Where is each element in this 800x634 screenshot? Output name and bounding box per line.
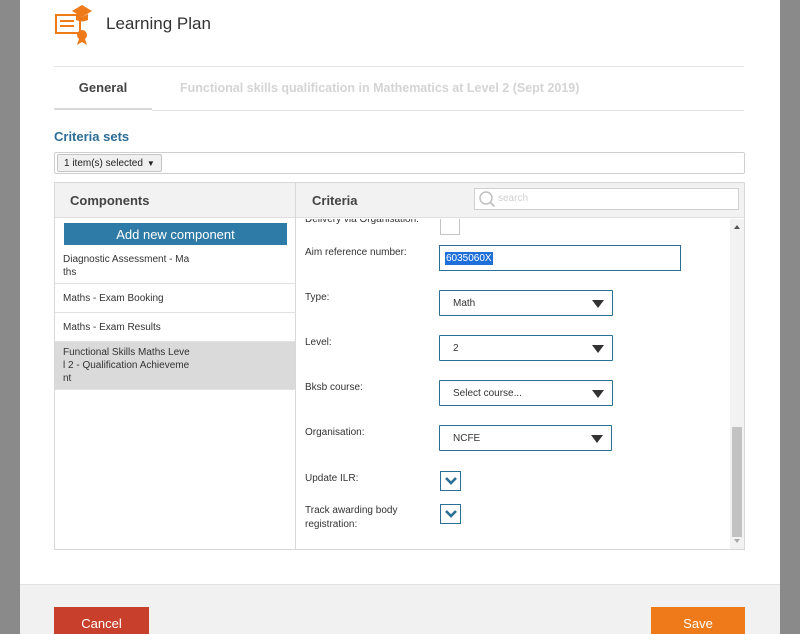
tab-course[interactable]: Functional skills qualification in Mathe… xyxy=(180,66,579,110)
criteria-header: Criteria search xyxy=(296,183,744,218)
search-icon xyxy=(478,190,496,208)
component-item[interactable]: Maths - Exam Results xyxy=(55,313,295,342)
criteria-scrollbar[interactable] xyxy=(730,219,744,549)
caret-down-icon: ▼ xyxy=(146,158,155,168)
learning-plan-icon xyxy=(52,1,94,45)
level-value: 2 xyxy=(453,343,459,354)
cancel-button[interactable]: Cancel xyxy=(54,607,149,634)
criteria-title: Criteria xyxy=(312,193,358,208)
components-column: Components Add new component Diagnostic … xyxy=(55,183,296,549)
organisation-select[interactable]: NCFE xyxy=(439,425,612,451)
criteria-sets-bar: 1 item(s) selected ▼ xyxy=(54,152,745,174)
dropdown-arrow-icon xyxy=(592,390,604,398)
organisation-label: Organisation: xyxy=(305,427,365,438)
update-ilr-label: Update ILR: xyxy=(305,473,359,484)
component-item[interactable]: Diagnostic Assessment - Maths xyxy=(55,249,295,284)
type-label: Type: xyxy=(305,292,330,303)
aim-reference-input[interactable]: 6035060X xyxy=(439,245,681,271)
component-item-label: Maths - Exam Results xyxy=(63,322,161,333)
delivery-checkbox[interactable] xyxy=(440,219,460,235)
dialog-header: Learning Plan xyxy=(52,0,211,46)
criteria-form: Delivery via Organisation: Aim reference… xyxy=(296,219,744,549)
dialog-title: Learning Plan xyxy=(106,14,211,33)
component-item-label: Diagnostic Assessment - Maths xyxy=(63,254,190,278)
bksb-course-value: Select course... xyxy=(453,388,522,399)
chevron-down-icon xyxy=(444,510,457,518)
type-select[interactable]: Math xyxy=(439,290,613,316)
track-awarding-toggle[interactable] xyxy=(440,504,461,524)
organisation-value: NCFE xyxy=(453,433,481,444)
bksb-course-select[interactable]: Select course... xyxy=(439,380,613,406)
tab-general[interactable]: General xyxy=(54,66,152,110)
type-value: Math xyxy=(453,298,476,309)
component-item-label: Functional Skills Maths Level 2 - Qualif… xyxy=(63,347,190,384)
dropdown-arrow-icon xyxy=(592,300,604,308)
level-select[interactable]: 2 xyxy=(439,335,613,361)
tabs-underline xyxy=(152,110,744,111)
update-ilr-toggle[interactable] xyxy=(440,471,461,491)
component-item[interactable]: Maths - Exam Booking xyxy=(55,284,295,313)
track-awarding-label: Track awarding body registration: xyxy=(305,505,398,530)
search-placeholder: search xyxy=(498,193,529,204)
scroll-up-icon[interactable] xyxy=(734,225,740,229)
learning-plan-dialog: Learning Plan General Functional skills … xyxy=(20,0,780,634)
scroll-down-icon[interactable] xyxy=(734,539,740,543)
criteria-sets-selected: 1 item(s) selected xyxy=(64,157,143,169)
dropdown-arrow-icon xyxy=(591,435,603,443)
components-list: Diagnostic Assessment - Maths Maths - Ex… xyxy=(55,249,295,390)
scrollbar-thumb[interactable] xyxy=(732,427,742,537)
components-header: Components xyxy=(55,183,295,218)
delivery-label: Delivery via Organisation: xyxy=(305,219,419,225)
criteria-search-input[interactable]: search xyxy=(474,188,739,210)
aim-reference-value: 6035060X xyxy=(445,252,493,265)
level-label: Level: xyxy=(305,337,332,348)
criteria-sets-dropdown[interactable]: 1 item(s) selected ▼ xyxy=(57,154,162,172)
component-item-selected[interactable]: Functional Skills Maths Level 2 - Qualif… xyxy=(55,342,295,390)
criteria-sets-heading: Criteria sets xyxy=(54,129,130,144)
components-criteria-panel: Components Add new component Diagnostic … xyxy=(54,182,745,550)
criteria-column: Criteria search Delivery via Organisatio… xyxy=(296,183,744,549)
add-component-button[interactable]: Add new component xyxy=(64,223,287,245)
chevron-down-icon xyxy=(444,477,457,485)
bksb-course-label: Bksb course: xyxy=(305,382,363,393)
dropdown-arrow-icon xyxy=(592,345,604,353)
component-item-label: Maths - Exam Booking xyxy=(63,293,164,304)
save-button[interactable]: Save xyxy=(651,607,745,634)
aim-reference-label: Aim reference number: xyxy=(305,247,407,258)
